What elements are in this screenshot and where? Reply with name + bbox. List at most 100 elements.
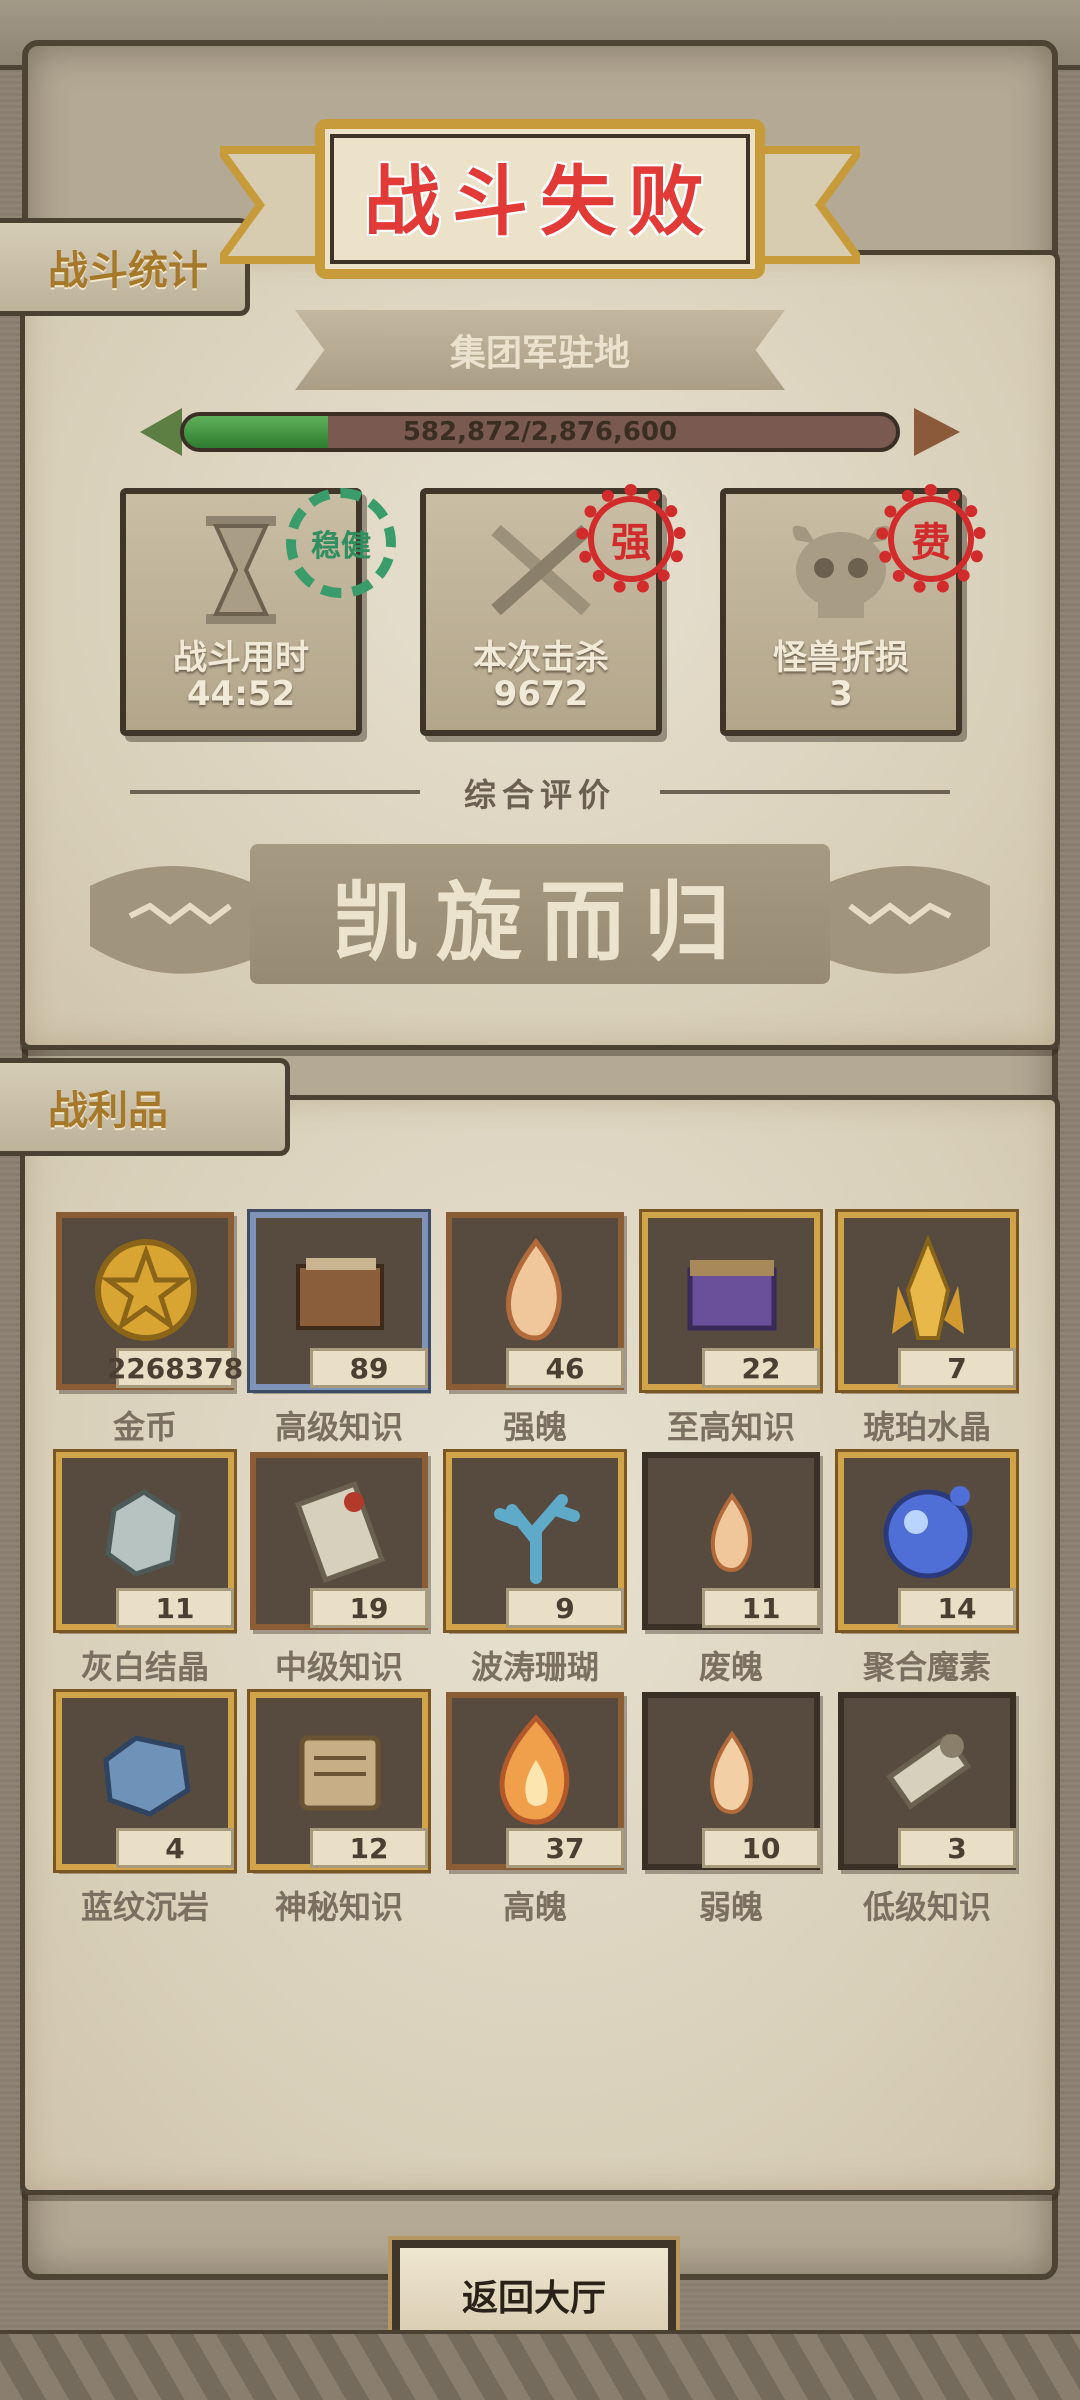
- loot-item-name: 高魄: [502, 1888, 567, 1926]
- title-banner: 战斗失败: [220, 110, 860, 290]
- ancient-tablet-icon: [299, 1735, 381, 1811]
- loot-item-count: 12: [310, 1828, 428, 1868]
- loot-item-name: 琥珀水晶: [862, 1408, 991, 1446]
- small-flame-icon: [710, 1492, 752, 1573]
- loot-item[interactable]: 4 蓝纹沉岩: [56, 1692, 234, 1932]
- loot-item[interactable]: 14 聚合魔素: [838, 1452, 1016, 1692]
- battle-stats-tab: 战斗统计: [0, 218, 250, 316]
- big-flame-icon: [499, 1714, 570, 1825]
- loot-item-count: 3: [898, 1828, 1016, 1868]
- loot-item[interactable]: 19 中级知识: [250, 1452, 428, 1692]
- loot-item[interactable]: 12 神秘知识: [250, 1692, 428, 1932]
- loot-item-frame: 11: [642, 1452, 820, 1630]
- loot-item-name: 灰白结晶: [80, 1648, 209, 1686]
- stat-card-battle-time: 稳健 战斗用时 44:52: [120, 488, 396, 736]
- blue-rock-icon: [103, 1735, 191, 1817]
- flame-icon: [505, 1237, 562, 1341]
- loot-item[interactable]: 11 灰白结晶: [56, 1452, 234, 1692]
- loot-item-frame: 22: [642, 1212, 820, 1390]
- loot-item-count: 46: [506, 1348, 624, 1388]
- loot-item-name: 弱魄: [698, 1888, 763, 1926]
- hourglass-icon: [206, 516, 276, 624]
- loot-tab: 战利品: [0, 1058, 290, 1156]
- loot-item-name: 波涛珊瑚: [470, 1648, 599, 1686]
- rolled-scroll-icon: [886, 1733, 972, 1810]
- loot-item-count: 2268378: [107, 1348, 243, 1388]
- amber-crystal-icon: [892, 1234, 964, 1340]
- progress-label: 582,872/2,876,600: [402, 417, 678, 447]
- loot-item-frame: 37: [446, 1692, 624, 1870]
- loot-item[interactable]: 2268378 金币: [56, 1212, 243, 1452]
- loot-item[interactable]: 3 低级知识: [838, 1692, 1016, 1932]
- loot-item-count: 4: [116, 1828, 234, 1868]
- grey-crystal-icon: [105, 1489, 181, 1577]
- loot-item-name: 中级知识: [274, 1648, 403, 1686]
- loot-item-count: 37: [506, 1828, 624, 1868]
- loot-item-name: 神秘知识: [274, 1888, 403, 1926]
- stat-label: 战斗用时: [173, 638, 309, 678]
- loot-item-count: 7: [898, 1348, 1016, 1388]
- loot-item[interactable]: 22 至高知识: [642, 1212, 820, 1452]
- loot-item-frame: 14: [838, 1452, 1016, 1630]
- loot-tab-label: 战利品: [48, 1088, 168, 1134]
- loot-item-name: 低级知识: [862, 1888, 991, 1926]
- stat-value: 44:52: [186, 674, 296, 714]
- loot-item[interactable]: 11 废魄: [642, 1452, 820, 1692]
- location-ribbon: 集团军驻地: [295, 310, 785, 390]
- magic-orb-icon: [883, 1486, 973, 1579]
- loot-item-frame: 46: [446, 1212, 624, 1390]
- loot-item-count: 22: [702, 1348, 820, 1388]
- damage-progress-bar: 582,872/2,876,600: [140, 406, 960, 458]
- progress-right-arrow-icon: [914, 408, 960, 456]
- weak-flame-icon: [710, 1730, 753, 1815]
- stat-value: 3: [829, 674, 853, 714]
- loot-item-count: 11: [702, 1588, 820, 1628]
- stat-card-monster-losses: 费 怪兽折损 3: [720, 484, 986, 736]
- loot-item-count: 19: [310, 1588, 428, 1628]
- loot-item-frame: 4: [56, 1692, 234, 1870]
- loot-item-name: 至高知识: [666, 1408, 795, 1446]
- loot-item-count: 89: [310, 1348, 428, 1388]
- loot-item[interactable]: 46 强魄: [446, 1212, 624, 1452]
- stamp-strong: 强: [576, 484, 686, 594]
- loot-item[interactable]: 10 弱魄: [642, 1692, 820, 1932]
- loot-item-name: 金币: [112, 1408, 177, 1446]
- stat-card-kills: 强 本次击杀 9672: [420, 484, 686, 736]
- loot-item[interactable]: 89 高级知识: [250, 1212, 428, 1452]
- stamp-steady: 稳健: [286, 488, 396, 598]
- loot-item-frame: 3: [838, 1692, 1016, 1870]
- loot-item-name: 废魄: [698, 1648, 763, 1686]
- stat-label: 本次击杀: [473, 638, 609, 678]
- loot-item-name: 聚合魔素: [862, 1648, 991, 1686]
- stamp-cost: 费: [876, 484, 986, 594]
- loot-item-count: 10: [702, 1828, 820, 1868]
- progress-track: 582,872/2,876,600: [180, 412, 900, 452]
- tome-chest-icon: [687, 1260, 777, 1331]
- loot-item[interactable]: 37 高魄: [446, 1692, 624, 1932]
- book-icon: [296, 1258, 384, 1330]
- loot-item-count: 14: [898, 1588, 1016, 1628]
- loot-item-count: 11: [116, 1588, 234, 1628]
- stat-label: 怪兽折损: [773, 638, 909, 678]
- loot-item-frame: 7: [838, 1212, 1016, 1390]
- battle-result-title: 战斗失败: [364, 157, 716, 246]
- overall-rating: 凯旋而归: [250, 844, 830, 984]
- loot-item[interactable]: 9 波涛珊瑚: [446, 1452, 624, 1692]
- rating-banner: 凯旋而归: [90, 826, 990, 1006]
- loot-item-frame: 11: [56, 1452, 234, 1630]
- loot-item-frame: 10: [642, 1692, 820, 1870]
- loot-item-frame: 9: [446, 1452, 624, 1630]
- coral-icon: [494, 1494, 580, 1584]
- loot-item-count: 9: [506, 1588, 624, 1628]
- loot-item-frame: 2268378: [56, 1212, 243, 1390]
- evaluation-divider: 综合评价: [130, 770, 950, 814]
- progress-left-arrow-icon: [140, 408, 182, 456]
- evaluation-label: 综合评价: [463, 776, 616, 814]
- location-name: 集团军驻地: [449, 333, 630, 374]
- loot-item[interactable]: 7 琥珀水晶: [838, 1212, 1016, 1452]
- loot-item-frame: 19: [250, 1452, 428, 1630]
- loot-item-name: 蓝纹沉岩: [80, 1888, 209, 1926]
- gold-coin-icon: [95, 1239, 197, 1341]
- back-button-label: 返回大厅: [461, 2278, 606, 2319]
- loot-item-frame: 12: [250, 1692, 428, 1870]
